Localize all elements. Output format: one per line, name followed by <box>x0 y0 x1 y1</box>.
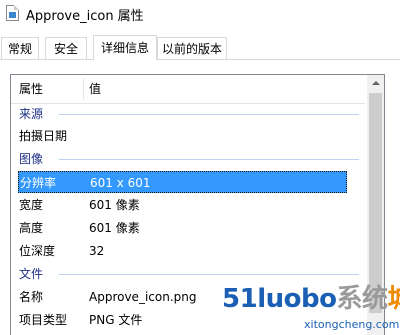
scrollbar-thumb[interactable] <box>369 93 382 313</box>
property-name: 拍摄日期 <box>19 129 68 143</box>
property-value: PNG 文件 <box>89 313 143 327</box>
group-divider <box>59 274 359 275</box>
watermark-part-1: 51 <box>222 284 258 314</box>
group-header-image: 图像 <box>11 148 365 170</box>
tab-previous-versions[interactable]: 以前的版本 <box>157 37 227 59</box>
watermark-brand: 51luobo系统城 <box>222 282 400 316</box>
property-name: 名称 <box>19 290 44 304</box>
list-item[interactable]: 宽度 601 像素 <box>11 194 365 216</box>
group-label: 来源 <box>19 107 44 121</box>
list-item[interactable]: 拍摄日期 <box>11 125 365 147</box>
property-value: Approve_icon.png <box>89 290 197 304</box>
column-header-value[interactable]: 值 <box>89 75 101 103</box>
watermark-part-2: luobo <box>257 284 337 314</box>
property-value: 601 x 601 <box>90 176 151 190</box>
list-item[interactable]: 位深度 32 <box>11 240 365 262</box>
group-label: 图像 <box>19 152 44 166</box>
group-header-origin: 来源 <box>11 103 365 125</box>
group-divider <box>59 114 359 115</box>
property-name: 分辨率 <box>20 176 57 190</box>
tab-strip: 常规 安全 详细信息 以前的版本 <box>0 35 400 60</box>
property-name: 项目类型 <box>19 313 68 327</box>
property-name: 高度 <box>19 221 44 235</box>
list-item-selected[interactable]: 分辨率 601 x 601 <box>18 171 347 193</box>
property-value: 601 像素 <box>89 198 140 212</box>
watermark-part-4: 城 <box>387 284 400 314</box>
list-item[interactable]: 高度 601 像素 <box>11 217 365 239</box>
watermark-domain: xitongcheng.com <box>304 318 400 331</box>
column-header-property[interactable]: 属性 <box>19 75 43 103</box>
image-file-icon <box>6 5 19 21</box>
column-separator[interactable] <box>83 78 84 100</box>
window-title: Approve_icon 属性 <box>26 9 144 24</box>
tab-security[interactable]: 安全 <box>45 37 87 59</box>
tab-details[interactable]: 详细信息 <box>93 35 157 60</box>
property-name: 宽度 <box>19 198 44 212</box>
property-name: 位深度 <box>19 244 56 258</box>
watermark-part-3: 系统 <box>336 284 388 314</box>
group-divider <box>59 159 359 160</box>
title-bar[interactable]: Approve_icon 属性 <box>0 0 400 26</box>
tab-general[interactable]: 常规 <box>1 37 39 59</box>
tab-divider <box>0 59 400 60</box>
property-value: 601 像素 <box>89 221 140 235</box>
scroll-up-arrow-icon[interactable] <box>367 75 384 92</box>
list-header: 属性 值 <box>11 75 365 104</box>
site-watermark-logo: 51luobo系统城 xitongcheng.com <box>218 282 400 335</box>
property-value: 32 <box>89 244 105 258</box>
properties-window: Approve_icon 属性 常规 安全 详细信息 以前的版本 属性 值 来源… <box>0 0 400 335</box>
group-label: 文件 <box>19 267 44 281</box>
